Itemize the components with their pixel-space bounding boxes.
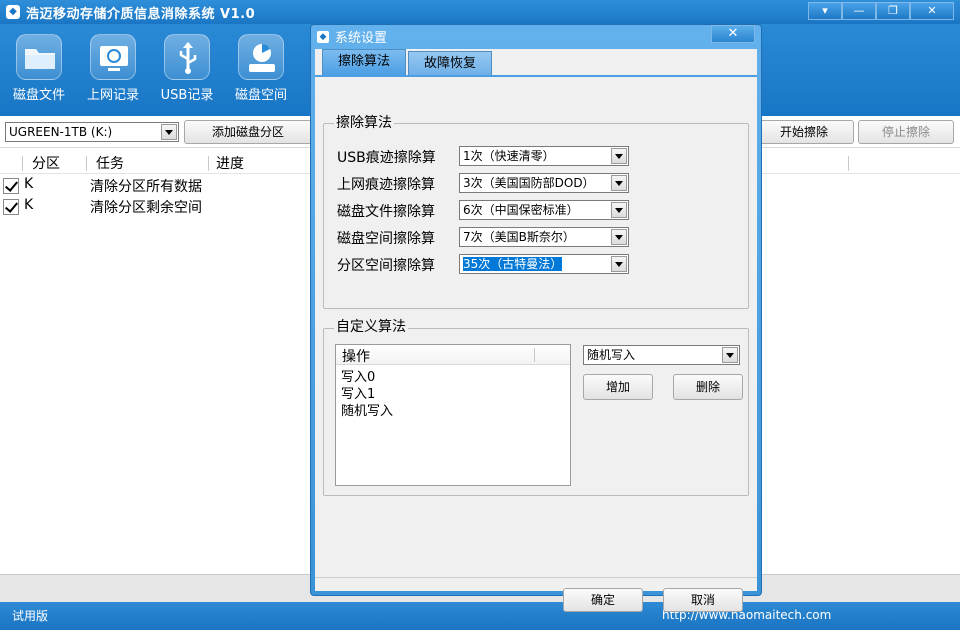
column-header-partition[interactable]: 分区 [32,155,60,173]
tab-fault-recovery[interactable]: 故障恢复 [408,51,492,75]
row-task: 清除分区剩余空间 [90,200,202,216]
partition-algo-value: 35次（古特曼法） [463,257,563,271]
ok-button[interactable]: 确定 [563,588,643,612]
minimize-button[interactable]: — [842,2,876,20]
chevron-down-icon[interactable] [611,202,627,218]
web-algo-select[interactable]: 3次（美国国防部DOD） [459,173,629,193]
stop-wipe-button[interactable]: 停止擦除 [858,120,954,144]
row-checkbox[interactable] [3,178,19,194]
chevron-down-icon[interactable] [722,347,738,363]
operation-list[interactable]: 操作 写入0 写入1 随机写入 [335,344,571,486]
add-operation-button[interactable]: 增加 [583,374,653,400]
usb-algo-label: USB痕迹擦除算 [337,150,436,166]
delete-operation-button[interactable]: 删除 [673,374,743,400]
list-item[interactable]: 随机写入 [341,403,393,420]
dialog-close-button[interactable]: ✕ [711,25,755,43]
partition-algo-label: 分区空间擦除算 [337,258,435,274]
operation-column-header[interactable]: 操作 [342,346,370,366]
usb-algo-select[interactable]: 1次（快速清零） [459,146,629,166]
maximize-button[interactable]: ❐ [876,2,910,20]
row-task: 清除分区所有数据 [90,179,202,195]
dialog-shield-icon: ◆ [317,31,329,43]
settings-dialog: ◆ 系统设置 ✕ 擦除算法 故障恢复 擦除算法 USB痕迹擦除算 1次（快速清零… [310,24,762,612]
file-algo-value: 6次（中国保密标准） [463,203,579,217]
file-algo-select[interactable]: 6次（中国保密标准） [459,200,629,220]
app-shield-icon: ◆ [6,5,20,19]
web-algo-label: 上网痕迹擦除算 [337,177,435,193]
device-select[interactable]: UGREEN-1TB (K:) [5,122,179,142]
space-algo-value: 7次（美国B斯奈尔） [463,230,575,244]
tool-label: 磁盘空间 [234,88,287,103]
dialog-title: 系统设置 [335,31,388,46]
column-separator [534,348,535,362]
tab-underline [315,75,757,77]
tab-erase-algorithm[interactable]: 擦除算法 [322,49,406,75]
table-row[interactable]: K 清除分区所有数据 [0,175,310,196]
device-select-value: UGREEN-1TB (K:) [9,125,113,139]
main-titlebar: ◆ 浩迈移动存储介质信息消除系统 V1.0 ▾ — ❐ ✕ [0,0,960,24]
cancel-button[interactable]: 取消 [663,588,743,612]
operation-select[interactable]: 随机写入 [583,345,740,365]
column-separator [22,156,23,171]
window-title: 浩迈移动存储介质信息消除系统 V1.0 [26,7,256,22]
tool-label: 上网记录 [86,88,139,103]
usb-algo-value: 1次（快速清零） [463,149,555,163]
tool-label: 磁盘文件 [12,88,65,103]
operation-select-value: 随机写入 [587,348,636,362]
file-algo-label: 磁盘文件擦除算 [337,204,435,220]
chevron-down-icon[interactable] [611,148,627,164]
column-header-progress[interactable]: 进度 [216,155,244,173]
disk-space-icon [238,34,284,80]
tool-disk-files[interactable]: 磁盘文件 [4,30,74,114]
tool-disk-space[interactable]: 磁盘空间 [226,30,296,114]
row-partition: K [24,197,34,213]
menu-dropdown-button[interactable]: ▾ [808,2,842,20]
close-button[interactable]: ✕ [910,2,954,20]
start-wipe-button[interactable]: 开始擦除 [754,120,854,144]
column-separator [86,156,87,171]
column-separator [848,156,849,171]
erase-algorithm-group-title: 擦除算法 [334,114,394,132]
chevron-down-icon[interactable] [161,124,177,140]
tool-usb-records[interactable]: USB记录 [152,30,222,114]
partition-algo-select[interactable]: 35次（古特曼法） [459,254,629,274]
tool-label: USB记录 [160,88,214,103]
list-item[interactable]: 写入1 [341,386,375,403]
browser-history-icon [90,34,136,80]
column-separator [208,156,209,171]
add-partition-button[interactable]: 添加磁盘分区 [184,120,312,144]
row-checkbox[interactable] [3,199,19,215]
chevron-down-icon[interactable] [611,256,627,272]
table-row[interactable]: K 清除分区剩余空间 [0,196,310,217]
license-status: 试用版 [12,609,49,623]
status-bar: 试用版 http://www.haomaitech.com [0,602,960,630]
tool-browser-history[interactable]: 上网记录 [78,30,148,114]
row-partition: K [24,176,34,192]
operation-list-header: 操作 [336,345,570,365]
chevron-down-icon[interactable] [611,175,627,191]
web-algo-value: 3次（美国国防部DOD） [463,176,595,190]
footer-divider [315,577,757,578]
dialog-client: 擦除算法 故障恢复 擦除算法 USB痕迹擦除算 1次（快速清零） 上网痕迹擦除算… [315,49,757,612]
list-item[interactable]: 写入0 [341,369,375,386]
space-algo-label: 磁盘空间擦除算 [337,231,435,247]
space-algo-select[interactable]: 7次（美国B斯奈尔） [459,227,629,247]
custom-algorithm-group-title: 自定义算法 [334,318,408,336]
usb-icon [164,34,210,80]
column-header-task[interactable]: 任务 [96,155,124,173]
folder-icon [16,34,62,80]
chevron-down-icon[interactable] [611,229,627,245]
